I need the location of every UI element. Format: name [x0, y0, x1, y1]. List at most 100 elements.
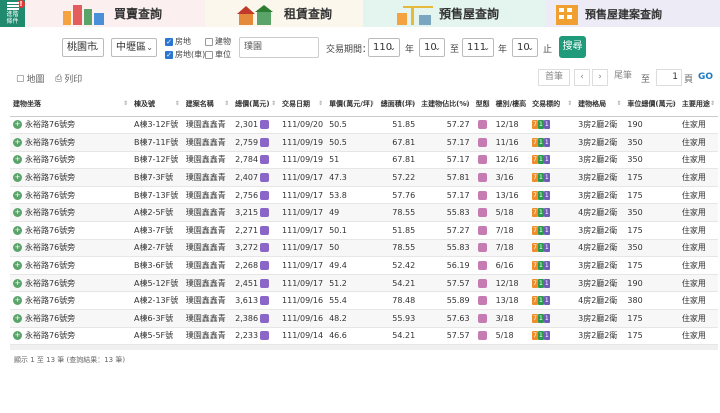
column-header[interactable]: 單價(萬元/坪) ⇕ — [326, 92, 378, 117]
city-buildings-icon — [63, 5, 104, 25]
expand-plus-icon[interactable]: + — [13, 208, 22, 218]
address-text[interactable]: 永裕路76號旁 — [25, 279, 75, 288]
price-detail-icon[interactable] — [260, 225, 270, 235]
table-row[interactable]: + 永裕路76號旁 B棟7-11F號 璞園鑫鑫青 2,759 111/09/19 50.5 6… — [10, 133, 718, 152]
tab-presale-project-query[interactable]: 預售屋建案查詢 — [545, 0, 720, 27]
column-header[interactable]: 主要用途 ⇕ — [678, 92, 718, 117]
column-header[interactable]: 建物格局 ⇕ — [575, 92, 625, 117]
checkbox-building[interactable]: 建物 — [205, 36, 231, 47]
column-header[interactable]: 建物坐落 ⇕ — [10, 92, 131, 117]
expand-plus-icon[interactable]: + — [13, 313, 22, 323]
district-select[interactable]: 中壢區 ⌄ — [111, 38, 157, 57]
address-text[interactable]: 永裕路76號旁 — [25, 226, 75, 235]
column-header[interactable]: 總價(萬元) ⇕ — [232, 92, 280, 117]
price-detail-icon[interactable] — [260, 278, 270, 288]
expand-plus-icon[interactable]: + — [13, 120, 22, 130]
advanced-filter-button[interactable]: ! 進階 條件 — [0, 0, 25, 27]
next-page-button[interactable]: › — [592, 69, 608, 86]
column-header[interactable]: 型態 ⇕ — [472, 92, 493, 117]
price-detail-icon[interactable] — [260, 296, 270, 306]
table-row[interactable]: + 永裕路76號旁 A棟2-7F號 璞園鑫鑫青 3,272 111/09/17 50 78.5… — [10, 239, 718, 258]
address-text[interactable]: 永裕路76號旁 — [25, 120, 75, 129]
table-row[interactable]: + 永裕路76號旁 A棟5-12F號 璞園鑫鑫青 2,451 111/09/17 51.2 5… — [10, 274, 718, 293]
table-row[interactable]: + 永裕路76號旁 A棟5-5F號 璞園鑫鑫青 2,233 111/09/14 46.6 54… — [10, 327, 718, 346]
price-detail-icon[interactable] — [260, 313, 270, 323]
last-page-button[interactable]: 尾筆 — [609, 69, 637, 86]
tab-sale-query[interactable]: 買賣查詢 — [25, 0, 205, 27]
expand-plus-icon[interactable]: + — [13, 137, 22, 147]
price-detail-icon[interactable] — [260, 331, 270, 341]
target-tag: 1 — [537, 278, 544, 288]
price-detail-icon[interactable] — [260, 261, 270, 271]
price-detail-icon[interactable] — [260, 120, 270, 130]
horizontal-scrollbar[interactable] — [10, 345, 718, 350]
cell-floor: 3/18 — [492, 309, 530, 328]
address-text[interactable]: 永裕路76號旁 — [25, 261, 75, 270]
address-text[interactable]: 永裕路76號旁 — [25, 331, 75, 340]
tab-presale-query[interactable]: 預售屋查詢 — [363, 0, 545, 27]
table-row[interactable]: + 永裕路76號旁 A棟3-12F號 璞園鑫鑫青 2,301 111/09/20 50.5 5… — [10, 116, 718, 135]
table-row[interactable]: + 永裕路76號旁 A棟6-3F號 璞園鑫鑫青 2,386 111/09/16 48.2 55… — [10, 309, 718, 328]
expand-plus-icon[interactable]: + — [13, 225, 22, 235]
go-button[interactable]: GO — [698, 72, 713, 82]
address-text[interactable]: 永裕路76號旁 — [25, 208, 75, 217]
price-detail-icon[interactable] — [260, 173, 270, 183]
price-detail-icon[interactable] — [260, 243, 270, 253]
end-year-select[interactable]: 111 ⌄ — [462, 38, 494, 57]
search-input[interactable]: 璞園 — [239, 37, 319, 58]
column-header[interactable]: 車位總價(萬元) ⇕ — [624, 92, 679, 117]
prev-page-button[interactable]: ‹ — [574, 69, 590, 86]
checkbox-parking[interactable]: 車位 — [205, 49, 231, 60]
tab-rent-query[interactable]: 租賃查詢 — [205, 0, 363, 27]
price-detail-icon[interactable] — [260, 208, 270, 218]
column-header[interactable]: 樓別/樓高 ⇕ — [492, 92, 530, 117]
city-select[interactable]: 桃園市 ⌄ — [62, 38, 104, 57]
page-input[interactable]: 1 — [656, 69, 682, 86]
table-row[interactable]: + 永裕路76號旁 A棟3-7F號 璞園鑫鑫青 2,271 111/09/17 50.1 51… — [10, 221, 718, 240]
column-header[interactable]: 建案名稱 ⇕ — [182, 92, 233, 117]
table-row[interactable]: + 永裕路76號旁 A棟2-5F號 璞園鑫鑫青 3,215 111/09/17 49 78.5… — [10, 203, 718, 223]
start-month-select[interactable]: 10 ⌄ — [419, 38, 445, 57]
column-header-label: 主要用途 — [681, 99, 710, 108]
address-text[interactable]: 永裕路76號旁 — [25, 191, 75, 200]
target-tag: 1 — [543, 278, 550, 288]
expand-plus-icon[interactable]: + — [13, 190, 22, 200]
expand-plus-icon[interactable]: + — [13, 155, 22, 165]
price-detail-icon[interactable] — [260, 190, 270, 200]
print-button[interactable]: ⎙ 列印 — [55, 72, 82, 86]
cell-address: + 永裕路76號旁 — [10, 256, 131, 275]
table-row[interactable]: + 永裕路76號旁 B棟7-12F號 璞園鑫鑫青 2,784 111/09/19 51 67.… — [10, 151, 718, 170]
address-text[interactable]: 永裕路76號旁 — [25, 173, 75, 182]
address-text[interactable]: 永裕路76號旁 — [25, 138, 75, 147]
map-button[interactable]: ▢ 地圖 — [16, 72, 45, 86]
expand-plus-icon[interactable]: + — [13, 331, 22, 341]
column-header[interactable]: 總面積(坪) ⇕ — [377, 92, 419, 117]
expand-plus-icon[interactable]: + — [13, 243, 22, 253]
expand-plus-icon[interactable]: + — [13, 296, 22, 306]
cell-type — [472, 274, 493, 293]
address-text[interactable]: 永裕路76號旁 — [25, 155, 75, 164]
start-year-select[interactable]: 110 ⌄ — [368, 38, 400, 57]
address-text[interactable]: 永裕路76號旁 — [25, 314, 75, 323]
end-month-select[interactable]: 10 ⌄ — [512, 38, 538, 57]
table-row[interactable]: + 永裕路76號旁 B棟7-3F號 璞園鑫鑫青 2,407 111/09/17 47.3 57… — [10, 168, 718, 187]
price-detail-icon[interactable] — [260, 137, 270, 147]
checkbox-land[interactable]: ✓ 房地 — [165, 36, 191, 47]
column-header[interactable]: 主建物佔比(%) ⇕ — [418, 92, 473, 117]
cell-parking-price: 175 — [624, 186, 679, 205]
table-row[interactable]: + 永裕路76號旁 A棟2-13F號 璞園鑫鑫青 3,613 111/09/16 55.4 7… — [10, 291, 718, 311]
expand-plus-icon[interactable]: + — [13, 278, 22, 288]
column-header[interactable]: 棟及號 ⇕ — [131, 92, 183, 117]
price-detail-icon[interactable] — [260, 155, 270, 165]
expand-plus-icon[interactable]: + — [13, 173, 22, 183]
expand-plus-icon[interactable]: + — [13, 261, 22, 271]
checkbox-land-car[interactable]: ✓ 房地(車) — [165, 49, 205, 60]
table-row[interactable]: + 永裕路76號旁 B棟7-13F號 璞園鑫鑫青 2,756 111/09/17 53.8 5… — [10, 186, 718, 205]
address-text[interactable]: 永裕路76號旁 — [25, 296, 75, 305]
first-page-button[interactable]: 首筆 — [538, 69, 570, 86]
column-header[interactable]: 交易標的 ⇕ — [529, 92, 576, 117]
column-header[interactable]: 交易日期 ⇕ — [279, 92, 327, 117]
search-button[interactable]: 搜尋 — [559, 36, 586, 58]
table-row[interactable]: + 永裕路76號旁 B棟3-6F號 璞園鑫鑫青 2,268 111/09/17 49.4 52… — [10, 256, 718, 275]
address-text[interactable]: 永裕路76號旁 — [25, 243, 75, 252]
